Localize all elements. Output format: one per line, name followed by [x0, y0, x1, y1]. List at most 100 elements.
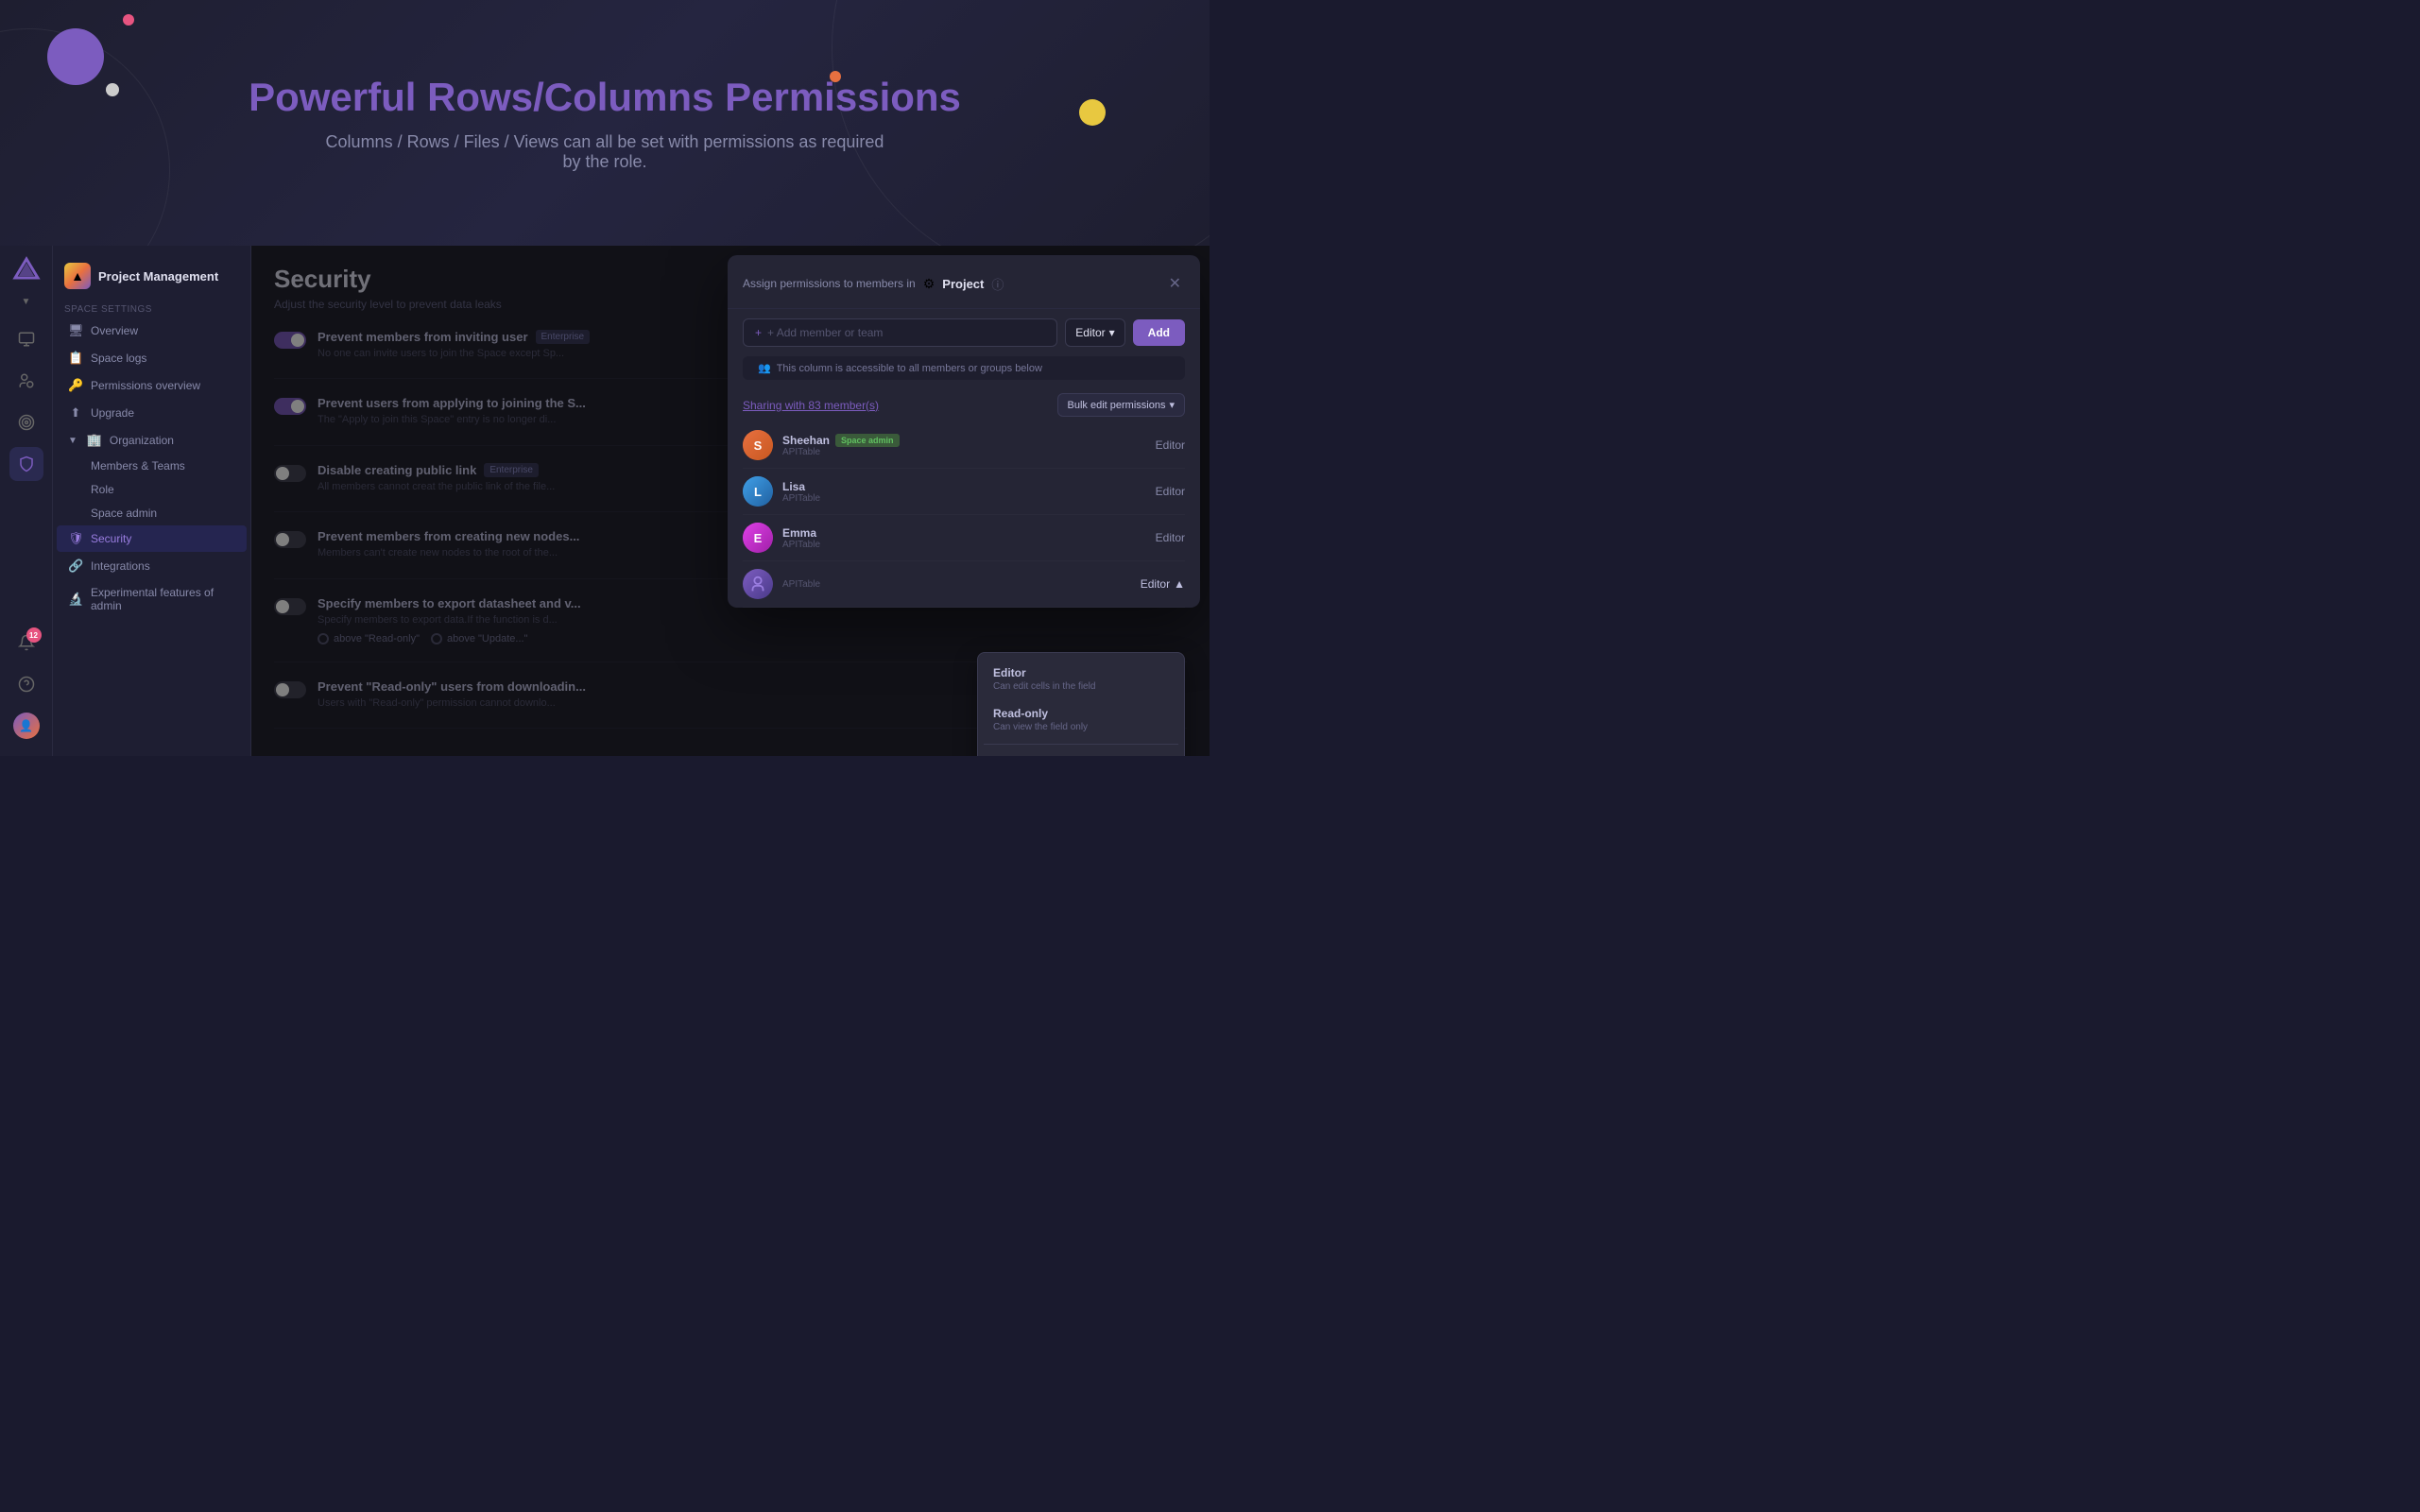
collapse-icon[interactable]: ▼: [22, 297, 31, 307]
sidebar-item-upgrade-label: Upgrade: [91, 406, 134, 420]
hero-title: Powerful Rows/Columns Permissions: [249, 74, 961, 121]
dropdown-option-0[interactable]: Editor Can edit cells in the field: [984, 659, 1178, 699]
target-icon[interactable]: [9, 405, 43, 439]
sidebar: ▲ Project Management Space settings 🖥 Ov…: [53, 246, 251, 756]
member-info-emma: Emma APITable: [782, 526, 820, 550]
sidebar-item-integrations-label: Integrations: [91, 559, 150, 573]
member-info-lisa: Lisa APITable: [782, 480, 820, 504]
sidebar-item-space-logs[interactable]: 📋 Space logs: [57, 345, 247, 371]
notification-badge: 12: [26, 627, 42, 643]
add-button[interactable]: Add: [1133, 319, 1185, 346]
member-row-emma: E Emma APITable Editor: [743, 515, 1185, 561]
members-icon[interactable]: [9, 364, 43, 398]
add-member-placeholder: + Add member or team: [767, 326, 883, 339]
deco-dot-pink: [123, 14, 134, 26]
deco-dot-purple: [47, 28, 104, 85]
sidebar-item-space-admin-label: Space admin: [91, 507, 157, 520]
modal-help-icon[interactable]: ⓘ: [991, 275, 1004, 293]
member-sub-apitable: APITable: [782, 579, 820, 590]
project-icon: ▲: [64, 263, 91, 289]
notification-icon[interactable]: 12: [9, 626, 43, 660]
member-row-lisa: L Lisa APITable Editor: [743, 469, 1185, 515]
member-info-apitable: APITable: [782, 579, 820, 590]
sharing-row: Sharing with 83 member(s) Bulk edit perm…: [728, 387, 1200, 422]
group-icon: 👥: [758, 362, 771, 374]
member-row-sheehan: S Sheehan Space admin APITable Editor: [743, 422, 1185, 469]
hero-banner: Powerful Rows/Columns Permissions Column…: [0, 0, 1210, 246]
organization-icon: 🏢: [87, 433, 102, 448]
member-role-lisa[interactable]: Editor: [1156, 485, 1185, 498]
modal-title-prefix: Assign permissions to members in: [743, 277, 916, 290]
sidebar-item-members-teams[interactable]: Members & Teams: [57, 455, 247, 477]
modal-overlay[interactable]: Assign permissions to members in ⚙ Proje…: [251, 246, 1210, 756]
dropdown-option-title-1: Read-only: [993, 707, 1169, 720]
monitor-icon[interactable]: [9, 322, 43, 356]
sidebar-item-space-admin[interactable]: Space admin: [57, 502, 247, 524]
sidebar-item-permissions[interactable]: 🔑 Permissions overview: [57, 372, 247, 399]
member-name-emma: Emma: [782, 526, 820, 540]
sharing-link[interactable]: Sharing with 83 member(s): [743, 399, 879, 412]
sidebar-item-role[interactable]: Role: [57, 478, 247, 501]
sidebar-security-icon: 🛡: [68, 531, 83, 546]
project-name: Project Management: [98, 269, 218, 284]
dropdown-option-1[interactable]: Read-only Can view the field only: [984, 699, 1178, 740]
member-name-sheehan: Sheehan Space admin: [782, 434, 900, 447]
permissions-modal: Assign permissions to members in ⚙ Proje…: [728, 255, 1200, 608]
member-left-lisa: L Lisa APITable: [743, 476, 820, 507]
project-header[interactable]: ▲ Project Management: [53, 255, 250, 297]
role-dropdown-menu: Editor Can edit cells in the field Read-…: [977, 652, 1185, 756]
member-role-emma[interactable]: Editor: [1156, 531, 1185, 544]
role-select-label: Editor: [1075, 326, 1105, 339]
column-access-text: This column is accessible to all members…: [777, 363, 1042, 374]
deco-circle-1: [832, 0, 1210, 246]
sidebar-item-organization-label: Organization: [110, 434, 174, 447]
member-left-sheehan: S Sheehan Space admin APITable: [743, 430, 900, 460]
member-sub-lisa: APITable: [782, 493, 820, 504]
sidebar-item-security[interactable]: 🛡 Security: [57, 525, 247, 552]
sidebar-item-security-label: Security: [91, 532, 131, 545]
member-name-lisa: Lisa: [782, 480, 820, 493]
sidebar-item-organization[interactable]: ▼ 🏢 Organization: [57, 427, 247, 454]
user-avatar[interactable]: 👤: [9, 709, 43, 743]
sidebar-item-overview-label: Overview: [91, 324, 138, 337]
experimental-icon: 🔬: [68, 592, 83, 607]
sidebar-item-space-logs-label: Space logs: [91, 352, 146, 365]
sidebar-item-integrations[interactable]: 🔗 Integrations: [57, 553, 247, 579]
sidebar-item-role-label: Role: [91, 483, 114, 496]
modal-close-button[interactable]: ✕: [1165, 270, 1185, 297]
member-left-apitable: APITable: [743, 569, 820, 599]
bulk-edit-label: Bulk edit permissions: [1068, 400, 1166, 411]
expand-arrow-icon: ▼: [68, 436, 77, 446]
add-member-plus: +: [755, 326, 762, 339]
sidebar-item-experimental[interactable]: 🔬 Experimental features of admin: [57, 580, 247, 618]
modal-header: Assign permissions to members in ⚙ Proje…: [728, 255, 1200, 309]
modal-title-row: Assign permissions to members in ⚙ Proje…: [743, 275, 1004, 293]
permissions-icon: 🔑: [68, 378, 83, 393]
role-select[interactable]: Editor ▾: [1065, 318, 1124, 347]
member-avatar-apitable: [743, 569, 773, 599]
icon-bar: ▼ 12 👤: [0, 246, 53, 756]
member-left-emma: E Emma APITable: [743, 523, 820, 553]
bulk-edit-button[interactable]: Bulk edit permissions ▾: [1057, 393, 1185, 417]
dropdown-option-desc-1: Can view the field only: [993, 722, 1169, 732]
member-role-apitable[interactable]: Editor ▲: [1141, 577, 1185, 591]
deco-dot-white: [106, 83, 119, 96]
hero-title-purple: Permissions: [725, 75, 961, 119]
content-area: Security Adjust the security level to pr…: [251, 246, 1210, 756]
modal-project-name: Project: [942, 277, 984, 291]
dropdown-remove-permission[interactable]: Remove permission: [984, 748, 1178, 756]
sidebar-item-permissions-label: Permissions overview: [91, 379, 200, 392]
main-area: ▼ 12 👤 ▲ Project Management Space: [0, 246, 1210, 756]
sidebar-item-upgrade[interactable]: ⬆ Upgrade: [57, 400, 247, 426]
sidebar-item-overview[interactable]: 🖥 Overview: [57, 318, 247, 344]
help-icon[interactable]: [9, 667, 43, 701]
hero-title-white: Powerful Rows/Columns: [249, 75, 713, 119]
security-icon[interactable]: [9, 447, 43, 481]
add-member-input[interactable]: + + Add member or team: [743, 318, 1057, 347]
sidebar-item-members-teams-label: Members & Teams: [91, 459, 185, 472]
member-role-sheehan[interactable]: Editor: [1156, 438, 1185, 452]
overview-icon: 🖥: [68, 323, 83, 338]
modal-project-icon: ⚙: [923, 276, 935, 292]
member-avatar-emma: E: [743, 523, 773, 553]
app-logo[interactable]: [11, 255, 42, 285]
